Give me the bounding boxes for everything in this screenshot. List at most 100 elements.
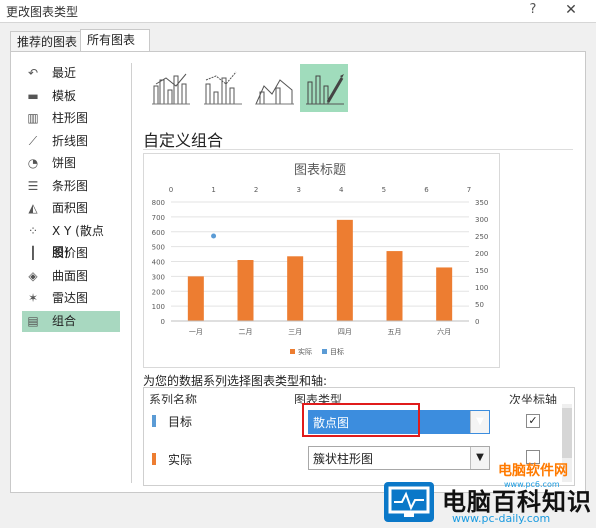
combo-section-title: 自定义组合 bbox=[143, 131, 224, 150]
sidebar-item[interactable]: ↶ 最近 bbox=[22, 63, 120, 84]
x2-tick-label: 5 bbox=[382, 186, 386, 194]
area-chart-icon: ◭ bbox=[28, 201, 38, 215]
x-tick-label: 二月 bbox=[239, 328, 253, 336]
x-tick-label: 四月 bbox=[338, 328, 352, 336]
recent-icon: ↶ bbox=[27, 66, 39, 80]
y-tick-label: 500 bbox=[152, 244, 165, 252]
tab-recommended-charts[interactable]: 推荐的图表 bbox=[10, 31, 89, 52]
chart-preview-svg: 图表标题010020030040050060070080005010015020… bbox=[152, 163, 489, 356]
sidebar-item-label: 柱形图 bbox=[52, 111, 89, 125]
line-chart-icon: ⟋ bbox=[28, 133, 38, 148]
y-tick-label: 400 bbox=[152, 259, 165, 267]
y-tick-label: 600 bbox=[152, 229, 165, 237]
combo-thumbnail-clustered-column-line[interactable] bbox=[146, 64, 194, 112]
y2-tick-label: 250 bbox=[475, 233, 488, 241]
x2-tick-label: 6 bbox=[424, 186, 429, 194]
legend-label: 实际 bbox=[298, 347, 312, 356]
sidebar-item[interactable]: ▤ 组合 bbox=[22, 310, 120, 332]
chevron-down-icon[interactable]: ▼ bbox=[470, 447, 489, 469]
series-name: 实际 bbox=[168, 453, 193, 467]
series-color-swatch bbox=[152, 453, 156, 465]
chevron-down-icon[interactable]: ▼ bbox=[470, 411, 489, 433]
sidebar-item[interactable]: ◔ 饼图 bbox=[22, 153, 120, 174]
sidebar-item[interactable]: ☰ 条形图 bbox=[22, 176, 120, 197]
combo-chart-icon: ▤ bbox=[27, 313, 39, 328]
combo-thumbnail-column-line-secondary[interactable] bbox=[198, 64, 246, 112]
sidebar-item-label: 组合 bbox=[52, 313, 77, 328]
sidebar-item-label: 饼图 bbox=[52, 156, 77, 170]
y-tick-label: 700 bbox=[152, 214, 165, 222]
y-tick-label: 300 bbox=[152, 273, 165, 281]
stock-chart-icon: ┃ bbox=[29, 246, 37, 260]
sidebar-item-label: 条形图 bbox=[52, 178, 89, 193]
series-color-swatch bbox=[152, 415, 156, 427]
sidebar-item[interactable]: ✶ 雷达图 bbox=[22, 288, 120, 309]
chart-type-value: 簇状柱形图 bbox=[313, 452, 374, 466]
sidebar-item[interactable]: ┃ 股价图 bbox=[22, 243, 120, 264]
sidebar-item-label: 面积图 bbox=[52, 201, 89, 215]
combo-thumbnail-custom[interactable] bbox=[300, 64, 348, 112]
chart-preview: 图表标题 0 100 200 300 400 500 600 700 800 0 50 100 150 20… bbox=[143, 153, 500, 368]
x2-tick-label: 2 bbox=[254, 186, 258, 194]
x-tick-label: 六月 bbox=[437, 327, 451, 336]
combo-thumbnail-stacked-area-column[interactable] bbox=[250, 64, 298, 112]
y-tick-label: 200 bbox=[152, 288, 165, 296]
watermark-brand-url: www.pc-daily.com bbox=[452, 512, 551, 525]
y-tick-label: 100 bbox=[152, 303, 165, 311]
bar bbox=[336, 219, 353, 321]
watermark-site-name: 电脑软件网 bbox=[498, 463, 568, 479]
column-chart-icon: ▥ bbox=[27, 111, 39, 125]
scatter-chart-icon: ⁘ bbox=[27, 223, 39, 238]
chart-title: 图表标题 bbox=[294, 163, 346, 178]
sidebar-item[interactable]: ▥ 柱形图 bbox=[22, 108, 120, 129]
sidebar-item-label: 模板 bbox=[52, 88, 77, 103]
y-tick-label: 0 bbox=[161, 318, 165, 326]
y2-tick-label: 50 bbox=[475, 301, 484, 309]
secondary-axis-checkbox[interactable]: ✓ bbox=[526, 414, 540, 428]
watermark-monitor-logo-icon bbox=[384, 482, 434, 522]
sidebar-item-label: 股价图 bbox=[52, 246, 89, 260]
bar bbox=[287, 256, 304, 321]
x2-tick-label: 0 bbox=[169, 186, 173, 194]
sidebar-item-label: 最近 bbox=[52, 66, 77, 80]
x-tick-label: 五月 bbox=[388, 328, 402, 336]
y2-tick-label: 0 bbox=[475, 318, 479, 326]
sidebar-item[interactable]: ⟋ 折线图 bbox=[22, 131, 120, 152]
close-button[interactable]: ✕ bbox=[548, 0, 594, 20]
bar bbox=[436, 267, 453, 321]
bar bbox=[237, 260, 254, 321]
y2-tick-label: 100 bbox=[475, 284, 488, 292]
column-line-secondary-icon bbox=[204, 71, 242, 105]
x2-tick-label: 3 bbox=[296, 186, 300, 194]
sidebar-item-label: 折线图 bbox=[52, 133, 89, 148]
tab-all-charts[interactable]: 所有图表 bbox=[80, 29, 150, 52]
pie-chart-icon: ◔ bbox=[27, 156, 39, 170]
bar bbox=[187, 276, 204, 321]
clustered-column-line-icon bbox=[152, 73, 190, 105]
sidebar-item-label: 雷达图 bbox=[52, 291, 89, 305]
bar bbox=[386, 251, 403, 321]
red-highlight-box bbox=[302, 403, 420, 437]
y-tick-label: 800 bbox=[152, 199, 165, 207]
x2-tick-label: 4 bbox=[339, 186, 344, 194]
sidebar-item[interactable]: ◭ 面积图 bbox=[22, 198, 120, 219]
chart-type-dropdown[interactable]: 簇状柱形图 ▼ bbox=[308, 446, 490, 470]
y2-tick-label: 350 bbox=[475, 199, 488, 207]
stacked-area-column-icon bbox=[255, 79, 294, 105]
sidebar-item[interactable]: ▬ 模板 bbox=[22, 86, 120, 107]
bar-chart-icon: ☰ bbox=[27, 178, 39, 193]
help-button[interactable]: ? bbox=[519, 0, 547, 20]
radar-chart-icon: ✶ bbox=[27, 291, 39, 305]
custom-combo-icon bbox=[306, 74, 344, 105]
y2-tick-label: 300 bbox=[475, 216, 488, 224]
sidebar-item[interactable]: ◈ 曲面图 bbox=[22, 266, 120, 287]
x2-tick-label: 1 bbox=[211, 186, 215, 194]
section-divider bbox=[143, 149, 573, 150]
x-tick-label: 三月 bbox=[288, 328, 302, 336]
monitor-pulse-icon bbox=[388, 486, 430, 517]
window-title: 更改图表类型 bbox=[6, 5, 79, 19]
grid-scrollbar-thumb[interactable] bbox=[562, 408, 572, 458]
sidebar-item[interactable]: ⁘ X Y (散点图) bbox=[22, 221, 120, 259]
title-bar bbox=[0, 0, 596, 23]
surface-chart-icon: ◈ bbox=[28, 268, 38, 283]
